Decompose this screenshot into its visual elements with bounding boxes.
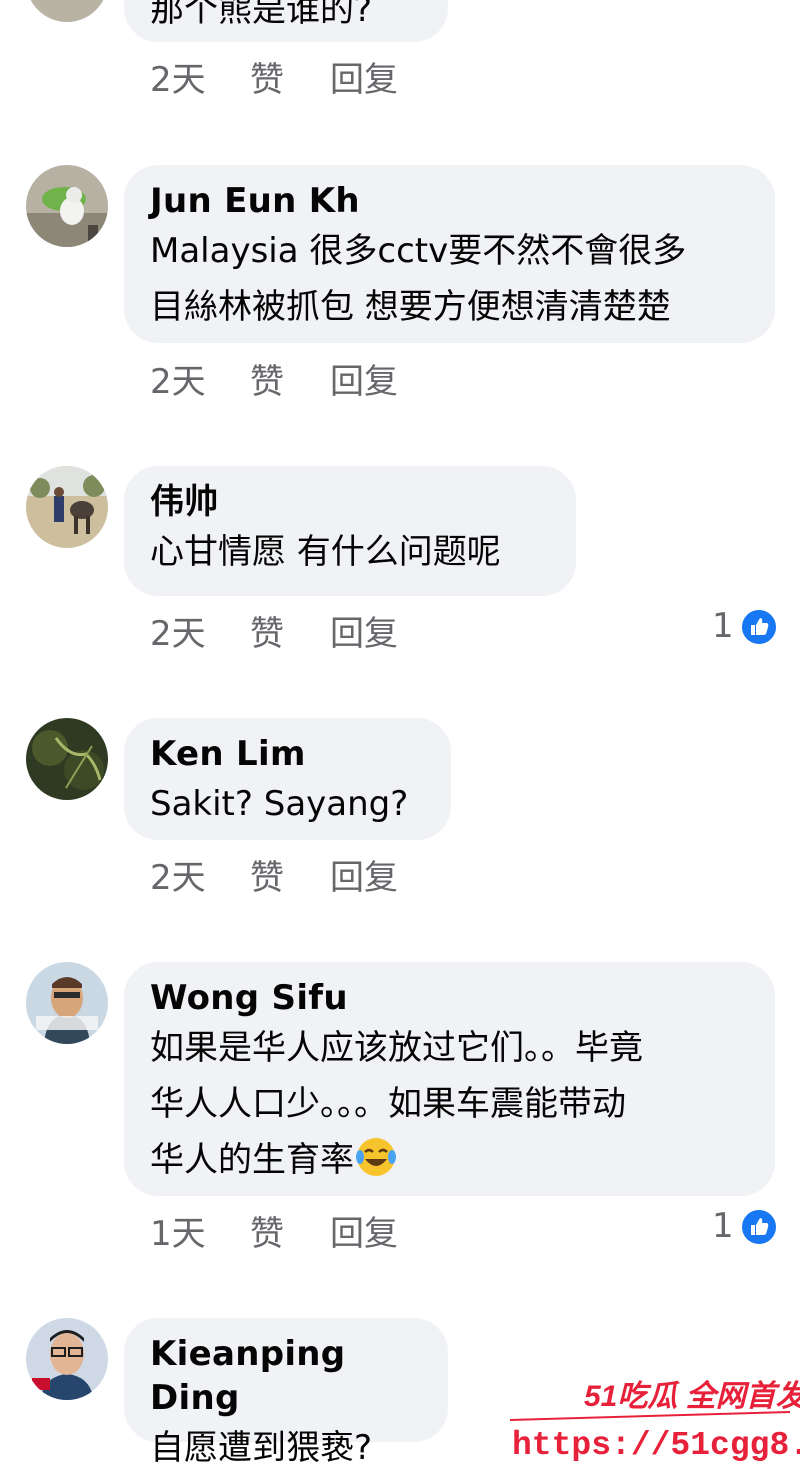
- avatar[interactable]: [26, 0, 108, 22]
- reply-link[interactable]: 回复: [330, 60, 398, 100]
- reaction-count: 1: [712, 1206, 734, 1246]
- watermark-brand: 51吃瓜 全网首发: [584, 1379, 800, 1413]
- like-link[interactable]: 赞: [250, 60, 284, 100]
- comment-text: Malaysia 很多cctv要不然不會很多: [150, 231, 687, 271]
- comment-bubble: Wong Sifu 如果是华人应该放过它们。。毕竟 华人人口少。。。如果车震能带…: [124, 962, 775, 1196]
- avatar[interactable]: [26, 1318, 108, 1400]
- comment-bubble: Jun Eun Kh Malaysia 很多cctv要不然不會很多 目絲林被抓包…: [124, 165, 775, 343]
- like-link[interactable]: 赞: [250, 362, 284, 402]
- comment-text: 华人人口少。。。如果车震能带动: [150, 1084, 626, 1124]
- reply-link[interactable]: 回复: [330, 858, 398, 898]
- like-link[interactable]: 赞: [250, 858, 284, 898]
- comment-bubble: 那个熊是谁的?: [124, 0, 448, 42]
- reply-link[interactable]: 回复: [330, 614, 398, 654]
- comment-text: 目絲林被抓包 想要方便想清清楚楚: [150, 287, 671, 327]
- comment-time: 2天: [150, 858, 206, 898]
- comment-time: 2天: [150, 362, 206, 402]
- reaction-count: 1: [712, 606, 734, 646]
- avatar[interactable]: [26, 165, 108, 247]
- comment-bubble: Ken Lim Sakit? Sayang?: [124, 718, 451, 840]
- face-with-tears-of-joy-icon: [354, 1135, 398, 1179]
- like-link[interactable]: 赞: [250, 614, 284, 654]
- comment-time: 1天: [150, 1214, 206, 1254]
- comment-text: 那个熊是谁的?: [150, 0, 373, 30]
- reply-link[interactable]: 回复: [330, 1214, 398, 1254]
- comment-author[interactable]: Ken Lim: [150, 732, 425, 776]
- thumbs-up-icon: [740, 1208, 778, 1246]
- comment-text: 华人的生育率: [150, 1140, 354, 1180]
- avatar[interactable]: [26, 718, 108, 800]
- comment-author[interactable]: Jun Eun Kh: [150, 179, 749, 223]
- comment-bubble: Kieanping Ding 自愿遭到猥亵?: [124, 1318, 448, 1468]
- comment-time: 2天: [150, 60, 206, 100]
- reply-link[interactable]: 回复: [330, 362, 398, 402]
- avatar[interactable]: [26, 962, 108, 1044]
- watermark: 51吃瓜 全网首发 https://51cgg8.com: [500, 1362, 800, 1464]
- avatar[interactable]: [26, 466, 108, 548]
- comment-bubble: 伟帅 心甘情愿 有什么问题呢: [124, 466, 576, 596]
- watermark-url[interactable]: https://51cgg8.com: [512, 1427, 800, 1464]
- comment-text: 自愿遭到猥亵?: [150, 1428, 373, 1468]
- comment-text-line: 华人的生育率: [150, 1132, 749, 1188]
- like-link[interactable]: 赞: [250, 1214, 284, 1254]
- comment-text: 如果是华人应该放过它们。。毕竟: [150, 1028, 643, 1068]
- thumbs-up-icon: [740, 608, 778, 646]
- comment-text: 心甘情愿 有什么问题呢: [150, 532, 501, 572]
- comment-text: Sakit? Sayang?: [150, 784, 409, 824]
- comment-author[interactable]: Wong Sifu: [150, 976, 749, 1020]
- comment-time: 2天: [150, 614, 206, 654]
- comment-author[interactable]: 伟帅: [150, 480, 550, 524]
- comment-author[interactable]: Kieanping Ding: [150, 1332, 422, 1420]
